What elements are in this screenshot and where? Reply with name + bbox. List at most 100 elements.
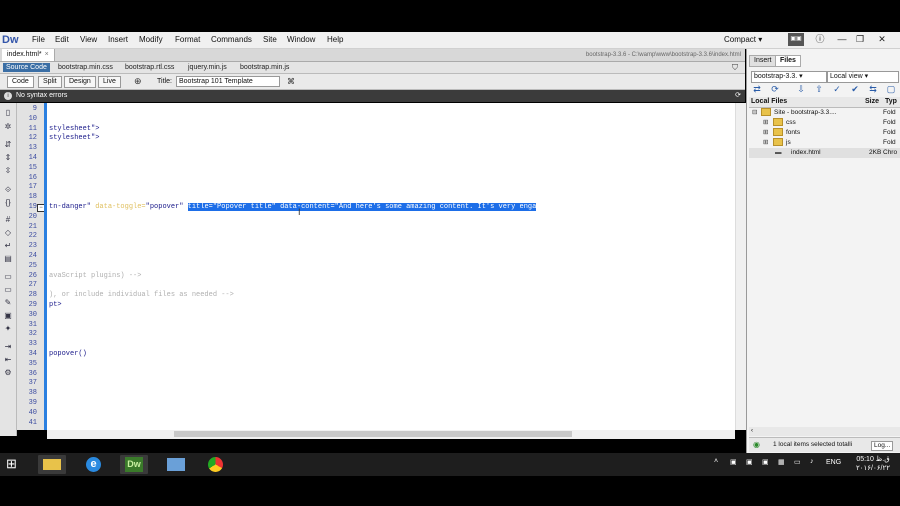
- action-center-icon[interactable]: ▭: [794, 458, 801, 466]
- file-row[interactable]: ⊞ js Fold: [749, 138, 900, 148]
- connect-icon[interactable]: ⇄: [751, 84, 763, 94]
- recent-snippets-icon[interactable]: ▣: [3, 312, 13, 320]
- related-file-bootstrap-min-js[interactable]: bootstrap.min.js: [240, 62, 289, 73]
- check-out-icon[interactable]: ✓: [831, 84, 843, 94]
- start-button[interactable]: ⊞: [6, 457, 20, 471]
- move-css-icon[interactable]: ✦: [3, 325, 13, 333]
- tray-expand-icon[interactable]: ˄: [714, 458, 718, 465]
- live-view-button[interactable]: Live: [98, 76, 121, 88]
- file-row[interactable]: ⊞ css Fold: [749, 118, 900, 128]
- indent-code-icon[interactable]: ⇥: [3, 343, 13, 351]
- horizontal-scroll-thumb[interactable]: [174, 431, 572, 437]
- clock-date: ۲۰۱۶/۰۶/۲۲: [856, 465, 890, 472]
- menu-help[interactable]: Help: [327, 32, 343, 48]
- check-in-icon[interactable]: ✔: [849, 84, 861, 94]
- menu-file[interactable]: File: [32, 32, 45, 48]
- minimize-button[interactable]: —: [834, 33, 850, 46]
- menu-edit[interactable]: Edit: [55, 32, 69, 48]
- workspace-switcher[interactable]: Compact ▾: [724, 32, 762, 48]
- refresh-icon[interactable]: ⟳: [769, 84, 781, 94]
- remove-comment-icon[interactable]: ▭: [3, 286, 13, 294]
- help-icon[interactable]: ⓘ: [812, 33, 828, 46]
- tray-app-icon[interactable]: ▣: [762, 458, 769, 466]
- language-indicator[interactable]: ENG: [826, 459, 841, 466]
- tab-insert[interactable]: Insert: [749, 55, 777, 67]
- log-button[interactable]: Log...: [871, 441, 894, 451]
- menu-insert[interactable]: Insert: [108, 32, 128, 48]
- menu-window[interactable]: Window: [287, 32, 315, 48]
- menu-commands[interactable]: Commands: [211, 32, 252, 48]
- refresh-icon[interactable]: ⟳: [735, 90, 741, 102]
- expand-icon[interactable]: ⊞: [763, 128, 768, 138]
- put-files-icon[interactable]: ⇧: [813, 84, 825, 94]
- expand-panel-icon[interactable]: ▢: [885, 84, 897, 94]
- balance-braces-icon[interactable]: {}: [3, 199, 13, 207]
- files-horizontal-scrollbar[interactable]: ‹: [749, 427, 900, 436]
- outdent-code-icon[interactable]: ⇤: [3, 356, 13, 364]
- menu-site[interactable]: Site: [263, 32, 277, 48]
- menu-view[interactable]: View: [80, 32, 97, 48]
- code-line-28: ), or include individual files as needed…: [49, 291, 234, 300]
- file-row[interactable]: ▬ index.html 2KB Chro: [749, 148, 900, 158]
- line-number: 39: [28, 399, 37, 407]
- get-files-icon[interactable]: ⇩: [795, 84, 807, 94]
- word-wrap-icon[interactable]: ↵: [3, 242, 13, 250]
- menu-format[interactable]: Format: [175, 32, 200, 48]
- tab-files[interactable]: Files: [775, 55, 801, 67]
- expand-icon[interactable]: ⊞: [763, 118, 768, 128]
- related-file-bootstrap-rtl-css[interactable]: bootstrap.rtl.css: [125, 62, 174, 73]
- line-numbers-icon[interactable]: #: [3, 216, 13, 224]
- document-tab[interactable]: index.html* ×: [2, 49, 55, 61]
- sync-icon[interactable]: ▣▣: [788, 33, 804, 46]
- network-app-icon[interactable]: [162, 455, 190, 474]
- code-editor[interactable]: stylesheet"> stylesheet"> tn-danger" dat…: [47, 103, 735, 430]
- format-source-code-icon[interactable]: ⚙: [3, 369, 13, 377]
- sync-icon[interactable]: ⇆: [867, 84, 879, 94]
- folder-icon: [773, 118, 783, 127]
- related-file-bootstrap-min-css[interactable]: bootstrap.min.css: [58, 62, 113, 73]
- open-documents-icon[interactable]: ▯: [3, 109, 13, 117]
- close-button[interactable]: ✕: [874, 33, 890, 46]
- select-parent-tag-icon[interactable]: ⟐: [3, 186, 13, 194]
- menu-modify[interactable]: Modify: [139, 32, 163, 48]
- related-file-source-code[interactable]: Source Code: [3, 63, 50, 72]
- collapse-selection-icon[interactable]: ⇕: [3, 154, 13, 162]
- highlight-invalid-code-icon[interactable]: ◇: [3, 229, 13, 237]
- filter-icon[interactable]: ⛉: [732, 62, 738, 73]
- design-view-button[interactable]: Design: [64, 76, 96, 88]
- restore-button[interactable]: ❐: [852, 33, 868, 46]
- collapse-icon[interactable]: ⊟: [752, 108, 757, 118]
- volume-icon[interactable]: ♪: [810, 458, 814, 465]
- split-view-button[interactable]: Split: [38, 76, 62, 88]
- collapse-tag-icon[interactable]: ⇵: [3, 141, 13, 149]
- apply-comment-icon[interactable]: ▭: [3, 273, 13, 281]
- check-page-icon[interactable]: ⌘: [287, 76, 295, 87]
- preview-icon[interactable]: ⊕: [134, 76, 142, 87]
- wrap-tag-icon[interactable]: ✎: [3, 299, 13, 307]
- related-file-jquery-min-js[interactable]: jquery.min.js: [188, 62, 227, 73]
- show-code-navigator-icon[interactable]: ✲: [3, 123, 13, 131]
- expand-icon[interactable]: ⊞: [763, 138, 768, 148]
- dreamweaver-taskbar-icon[interactable]: Dw: [120, 455, 148, 474]
- chrome-icon[interactable]: [202, 455, 230, 474]
- clock[interactable]: 05:10 ق.ظ ۲۰۱۶/۰۶/۲۲: [850, 455, 896, 473]
- tray-app-icon[interactable]: ▣: [730, 458, 737, 466]
- line-number: 35: [28, 359, 37, 368]
- horizontal-scrollbar[interactable]: [47, 430, 735, 439]
- file-row[interactable]: ⊟ Site - bootstrap-3.3.... Fold: [749, 108, 900, 118]
- syntax-coloring-icon[interactable]: ▤: [3, 255, 13, 263]
- file-type: Fold: [883, 129, 896, 136]
- view-select[interactable]: Local view ▾: [827, 71, 899, 83]
- close-tab-icon[interactable]: ×: [45, 51, 49, 58]
- scroll-left-icon[interactable]: ‹: [751, 427, 753, 436]
- file-explorer-icon[interactable]: [38, 455, 66, 474]
- vertical-scrollbar[interactable]: [735, 103, 746, 430]
- file-row[interactable]: ⊞ fonts Fold: [749, 128, 900, 138]
- internet-explorer-icon[interactable]: e: [80, 455, 108, 474]
- code-view-button[interactable]: Code: [7, 76, 34, 88]
- network-icon[interactable]: ▦: [778, 458, 785, 466]
- site-select[interactable]: bootstrap-3.3. ▾: [751, 71, 827, 83]
- title-input[interactable]: Bootstrap 101 Template: [176, 76, 280, 87]
- expand-all-icon[interactable]: ⇳: [3, 167, 13, 175]
- tray-app-icon[interactable]: ▣: [746, 458, 753, 466]
